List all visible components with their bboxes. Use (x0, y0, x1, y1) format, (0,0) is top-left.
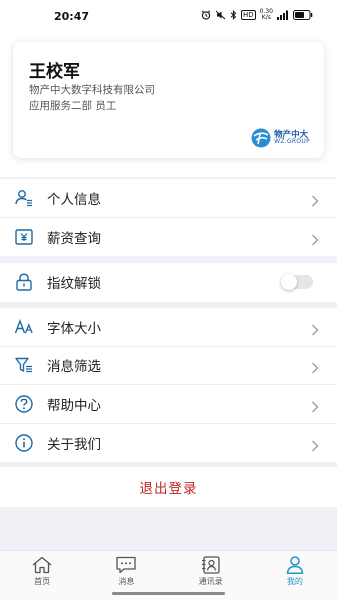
menu-label: 帮助中心 (47, 397, 101, 414)
fingerprint-toggle[interactable] (281, 274, 313, 291)
menu-item-font-size[interactable]: 字体大小 (0, 308, 337, 347)
tab-label: 通讯录 (198, 577, 223, 586)
bluetooth-icon (230, 10, 237, 20)
info-icon (14, 433, 34, 453)
filter-icon (14, 355, 34, 375)
menu-item-about[interactable]: 关于我们 (0, 424, 337, 463)
battery-icon (293, 10, 313, 20)
chevron-right-icon (311, 398, 319, 413)
profile-department: 应用服务二部 员工 (29, 100, 117, 112)
home-icon (32, 556, 52, 574)
profile-icon (286, 556, 304, 574)
home-indicator-area (0, 588, 337, 600)
header-area: 20:47 HD 0.30 K/s 王校军 物产中大数字科技有限公司 应用服务二… (0, 0, 337, 177)
message-icon (116, 556, 137, 574)
font-size-icon (14, 317, 34, 337)
alarm-icon (201, 10, 211, 20)
tab-label: 我的 (286, 577, 303, 586)
bottom-tab-bar: 首页 消息 通讯录 我的 (0, 550, 337, 588)
menu-label: 薪资查询 (47, 230, 101, 247)
logo-en-text: WZ.GROUP (274, 138, 310, 146)
tab-home[interactable]: 首页 (0, 551, 84, 588)
net-speed-unit: K/s (261, 14, 271, 21)
menu-label: 消息筛选 (47, 359, 101, 376)
menu-item-help[interactable]: 帮助中心 (0, 385, 337, 424)
menu-label: 个人信息 (47, 191, 101, 208)
menu-group-settings: 字体大小 消息筛选 帮助中心 关于我们 (0, 308, 337, 462)
profile-card[interactable]: 王校军 物产中大数字科技有限公司 应用服务二部 员工 物产中大 WZ.GROUP (13, 42, 324, 158)
company-logo: 物产中大 WZ.GROUP (251, 128, 310, 148)
logo-mark-icon (251, 128, 271, 148)
menu-group-personal: 个人信息 薪资查询 (0, 179, 337, 256)
mute-icon (215, 10, 226, 20)
profile-name: 王校军 (29, 62, 80, 82)
chevron-right-icon (311, 192, 319, 207)
salary-icon (14, 227, 34, 247)
hd-icon: HD (240, 10, 256, 20)
menu-label: 关于我们 (47, 436, 101, 453)
menu-label: 字体大小 (47, 320, 101, 337)
person-list-icon (14, 188, 34, 208)
tab-label: 消息 (118, 577, 135, 586)
status-time: 20:47 (54, 10, 90, 23)
logout-button[interactable]: 退出登录 (140, 477, 198, 497)
lock-icon (14, 272, 34, 292)
contacts-icon (201, 556, 220, 574)
help-icon (14, 394, 34, 414)
network-speed-icon: 0.30 K/s (260, 9, 273, 21)
tab-profile[interactable]: 我的 (253, 551, 337, 588)
chevron-right-icon (311, 359, 319, 374)
logout-row: 退出登录 (0, 467, 337, 507)
status-bar: 20:47 HD 0.30 K/s (0, 0, 337, 32)
menu-item-fingerprint: 指纹解锁 (0, 263, 337, 302)
status-icons: HD 0.30 K/s (201, 9, 313, 21)
chevron-right-icon (311, 437, 319, 452)
chevron-right-icon (311, 321, 319, 336)
profile-company: 物产中大数字科技有限公司 (29, 84, 155, 96)
menu-item-message-filter[interactable]: 消息筛选 (0, 347, 337, 385)
chevron-right-icon (311, 231, 319, 246)
menu-label: 指纹解锁 (47, 276, 101, 293)
home-indicator[interactable] (112, 592, 225, 595)
tab-label: 首页 (34, 577, 51, 586)
tab-contacts[interactable]: 通讯录 (169, 551, 253, 588)
tab-messages[interactable]: 消息 (84, 551, 168, 588)
signal-icon (277, 10, 289, 20)
menu-item-personal-info[interactable]: 个人信息 (0, 179, 337, 218)
toggle-knob (281, 274, 297, 291)
menu-item-salary[interactable]: 薪资查询 (0, 218, 337, 257)
menu-group-security: 指纹解锁 (0, 263, 337, 302)
